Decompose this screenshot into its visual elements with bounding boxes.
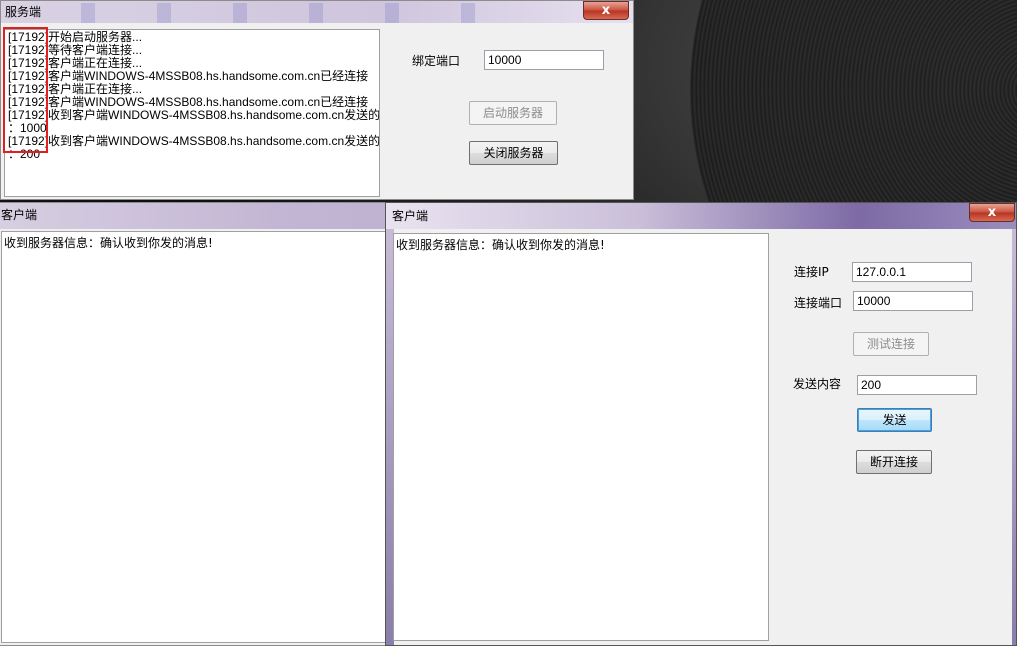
taskbar-icons-ghost — [61, 3, 481, 23]
client-window-left: 客户端 收到服务器信息：确认收到你发的消息! — [0, 202, 394, 646]
client-close-button[interactable]: x — [969, 203, 1015, 222]
client-left-titlebar[interactable]: 客户端 — [0, 203, 393, 229]
content-input[interactable]: 200 — [857, 375, 977, 395]
server-close-button[interactable]: x — [583, 1, 629, 20]
log-line: [17192]收到客户端WINDOWS-4MSSB08.hs.handsome.… — [8, 134, 380, 148]
log-line: [17192]收到客户端WINDOWS-4MSSB08.hs.handsome.… — [8, 108, 380, 122]
port-label: 绑定端口 — [412, 54, 461, 68]
client-right-title: 客户端 — [392, 209, 429, 223]
connect-port-input[interactable]: 10000 — [853, 291, 973, 311]
window-frame-right — [1012, 229, 1016, 645]
ip-input[interactable]: 127.0.0.1 — [852, 262, 972, 282]
disconnect-button[interactable]: 断开连接 — [856, 450, 932, 474]
highlight-box — [3, 27, 48, 153]
content-label: 发送内容 — [793, 377, 842, 391]
client-right-message: 收到服务器信息：确认收到你发的消息! — [396, 238, 605, 252]
client-right-titlebar[interactable]: 客户端 — [386, 203, 1016, 229]
send-button[interactable]: 发送 — [857, 408, 932, 432]
connect-port-label: 连接端口 — [794, 296, 843, 310]
server-log[interactable]: [17192]开始启动服务器... [17192]等待客户端连接... [171… — [4, 29, 380, 197]
client-left-message-area[interactable]: 收到服务器信息：确认收到你发的消息! — [1, 231, 391, 643]
stop-server-button[interactable]: 关闭服务器 — [469, 141, 558, 165]
client-right-message-area[interactable]: 收到服务器信息：确认收到你发的消息! — [393, 233, 769, 641]
server-window: 服务端 x [17192]开始启动服务器... [17192]等待客户端连接..… — [0, 0, 634, 200]
start-server-button[interactable]: 启动服务器 — [469, 101, 557, 125]
port-input[interactable]: 10000 — [484, 50, 604, 70]
client-left-title: 客户端 — [1, 208, 38, 222]
log-line: ：200 — [8, 147, 41, 161]
test-connection-button[interactable]: 测试连接 — [853, 332, 929, 356]
client-window-right: 客户端 x 收到服务器信息：确认收到你发的消息! 连接IP 127.0.0.1 … — [385, 202, 1017, 646]
client-left-message: 收到服务器信息：确认收到你发的消息! — [4, 236, 213, 250]
ip-label: 连接IP — [794, 265, 829, 279]
server-title: 服务端 — [5, 5, 42, 19]
